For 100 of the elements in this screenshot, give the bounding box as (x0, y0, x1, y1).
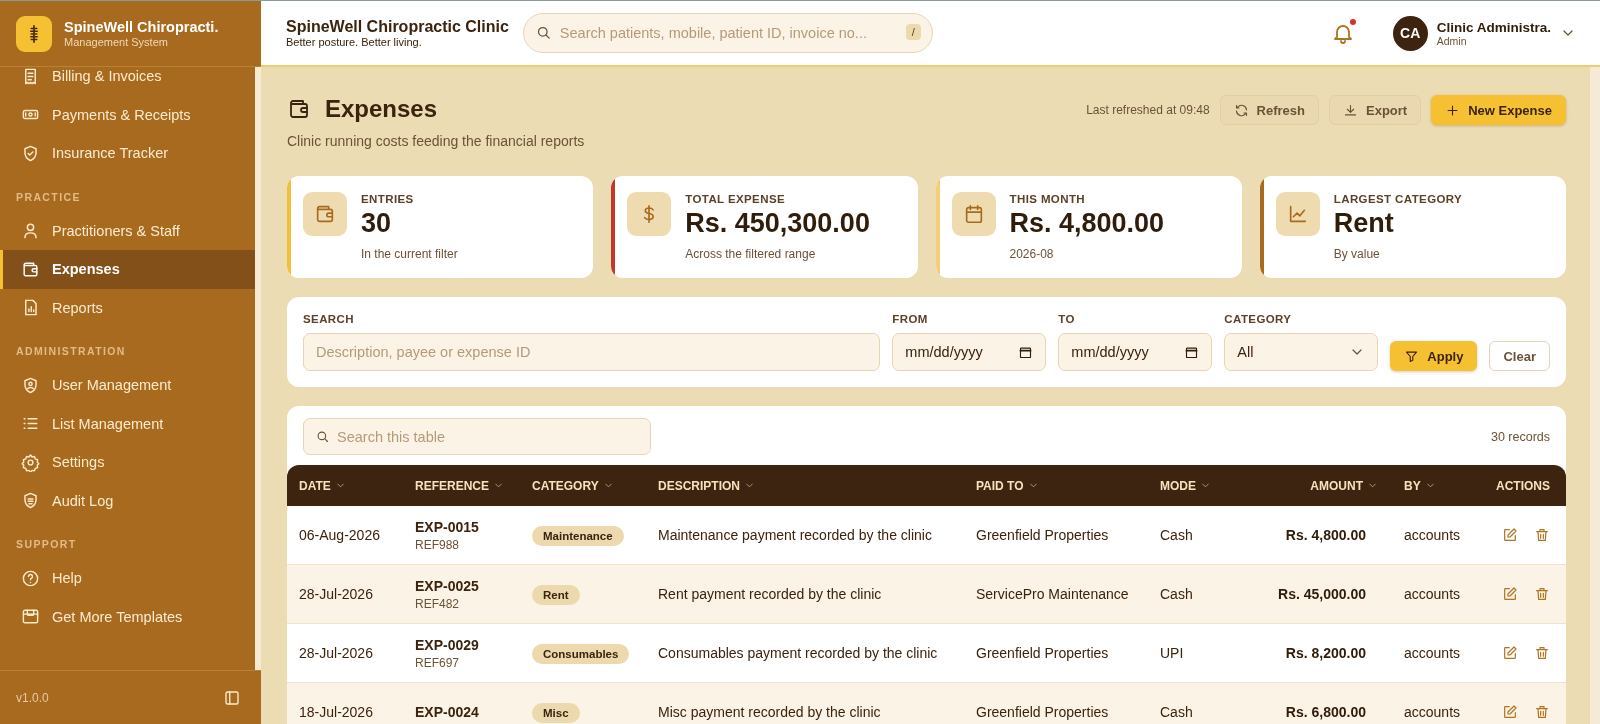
sidebar-item[interactable]: Help (0, 559, 255, 598)
calendar-icon (1184, 344, 1200, 360)
plus-icon (1445, 102, 1461, 118)
wallet-icon (287, 97, 311, 121)
download-icon (1343, 102, 1358, 118)
stat-value: Rent (1333, 208, 1395, 239)
version-label: v1.0.0 (16, 690, 49, 705)
storefront-icon (21, 607, 40, 627)
date-field[interactable]: mm/dd/yyyy (1058, 333, 1213, 371)
user-menu[interactable]: CA Clinic Administra. Admin (1392, 15, 1576, 51)
apply-button[interactable]: Apply (1390, 341, 1478, 371)
settings-icon (21, 452, 40, 472)
column-header: ACTIONS (1495, 478, 1551, 493)
table-cell-text: Cash (1159, 586, 1194, 602)
delete-icon (1534, 586, 1550, 602)
stat-label: THIS MONTH (1009, 193, 1087, 205)
delete-button[interactable] (1534, 704, 1550, 720)
reference-code: REF697 (415, 655, 460, 670)
delete-icon (1534, 645, 1550, 661)
edit-button[interactable] (1502, 586, 1518, 602)
sidebar-item[interactable]: Insurance Tracker (0, 134, 255, 173)
sidebar-item[interactable]: Settings (0, 443, 255, 482)
stat-label: LARGEST CATEGORY (1333, 193, 1463, 205)
expense-reference: EXP-0024 (415, 704, 479, 720)
table-cell-text: 28-Jul-2026 (298, 645, 374, 661)
edit-button[interactable] (1502, 645, 1518, 661)
delete-button[interactable] (1534, 527, 1550, 543)
table-cell-text: Maintenance payment recorded by the clinic (657, 527, 933, 543)
column-header[interactable]: DATE (287, 478, 403, 493)
action-button[interactable]: New Expense (1431, 95, 1566, 125)
field-label: CATEGORY (1224, 313, 1293, 325)
stat-note: In the current filter (361, 247, 458, 261)
sidebar-item[interactable]: Audit Log (0, 481, 255, 520)
table-cell-text: Cash (1159, 704, 1194, 720)
amount-cell-text: Rs. 6,800.00 (1284, 704, 1367, 720)
scrollbar[interactable] (1590, 67, 1600, 724)
page-title: Expenses (325, 95, 438, 123)
action-button[interactable]: Export (1329, 95, 1422, 125)
table-cell-text: 18-Jul-2026 (298, 704, 374, 720)
shield-check-icon (21, 143, 40, 163)
table-cell-text: 06-Aug-2026 (298, 527, 381, 543)
delete-icon (1534, 704, 1550, 720)
amount-cell-text: Rs. 8,200.00 (1284, 645, 1367, 661)
avatar: CA (1392, 15, 1428, 51)
sidebar-item[interactable]: List Management (0, 404, 255, 443)
sidebar-item[interactable]: User Management (0, 366, 255, 405)
stat-note: 2026-08 (1009, 247, 1055, 261)
column-header[interactable]: PAID TO (964, 478, 1148, 493)
column-header[interactable]: AMOUNT (1247, 478, 1392, 493)
delete-button[interactable] (1534, 645, 1550, 661)
search-field[interactable]: Search this table (303, 418, 651, 455)
shield-document-icon (21, 491, 40, 511)
category-tag: Misc (532, 703, 580, 723)
record-count: 30 records (1490, 429, 1550, 444)
table-cell-text: Greenfield Properties (975, 527, 1110, 543)
date-field[interactable]: mm/dd/yyyy (892, 333, 1047, 371)
table-cell-text: 28-Jul-2026 (298, 586, 374, 602)
column-header[interactable]: MODE (1148, 478, 1247, 493)
column-header[interactable]: DESCRIPTION (646, 478, 964, 493)
expense-reference: EXP-0029 (415, 636, 479, 653)
category-tag: Consumables (532, 644, 630, 664)
user-name: Clinic Administra. (1436, 19, 1551, 35)
amount-cell-text: Rs. 45,000.00 (1277, 586, 1367, 602)
field-label: FROM (892, 313, 929, 325)
table-cell-text: Consumables payment recorded by the clinic (657, 645, 939, 661)
delete-button[interactable] (1534, 586, 1550, 602)
filter-icon (1404, 348, 1420, 364)
category-dropdown[interactable]: All (1224, 333, 1379, 371)
column-header[interactable]: CATEGORY (520, 478, 646, 493)
calendar-icon (1018, 344, 1034, 360)
stat-value: 30 (361, 208, 393, 239)
column-header[interactable]: BY (1392, 478, 1484, 493)
table-cell-text: Cash (1159, 527, 1194, 543)
section-heading: ADMINISTRATION (15, 344, 127, 359)
search-field[interactable]: Description, payee or expense ID (303, 333, 881, 371)
last-refreshed-text: Last refreshed at 09:48 (1086, 103, 1210, 117)
sidebar-item[interactable]: Payments & Receipts (0, 95, 255, 134)
edit-button[interactable] (1502, 704, 1518, 720)
stat-note: Across the filtered range (685, 247, 817, 261)
table-cell-text: UPI (1159, 645, 1185, 661)
table-cell-text: Greenfield Properties (975, 645, 1110, 661)
table-cell-text: accounts (1403, 586, 1462, 602)
column-header[interactable]: REFERENCE (403, 478, 520, 493)
sidebar-item[interactable]: Expenses (0, 250, 255, 289)
sidebar-toggle-icon (223, 688, 241, 707)
amount-cell-text: Rs. 4,800.00 (1284, 527, 1367, 543)
sidebar-item[interactable]: Practitioners & Staff (0, 211, 255, 250)
edit-icon (1502, 586, 1518, 602)
sidebar-item[interactable]: Reports (0, 288, 255, 327)
app-name: SpineWell Chiropracti. (64, 19, 219, 35)
clear-button[interactable]: Clear (1489, 341, 1550, 371)
sidebar-toggle-button[interactable] (223, 688, 241, 707)
section-heading: PRACTICE (15, 189, 82, 205)
edit-button[interactable] (1502, 527, 1518, 543)
page-subtitle: Clinic running costs feeding the financial reports (287, 133, 585, 149)
scrollbar[interactable] (255, 67, 261, 670)
sidebar-item[interactable]: Get More Templates (0, 597, 255, 636)
sidebar-item[interactable]: Billing & Invoices (0, 67, 255, 96)
field-label: SEARCH (303, 313, 355, 325)
action-button[interactable]: Refresh (1219, 95, 1319, 125)
